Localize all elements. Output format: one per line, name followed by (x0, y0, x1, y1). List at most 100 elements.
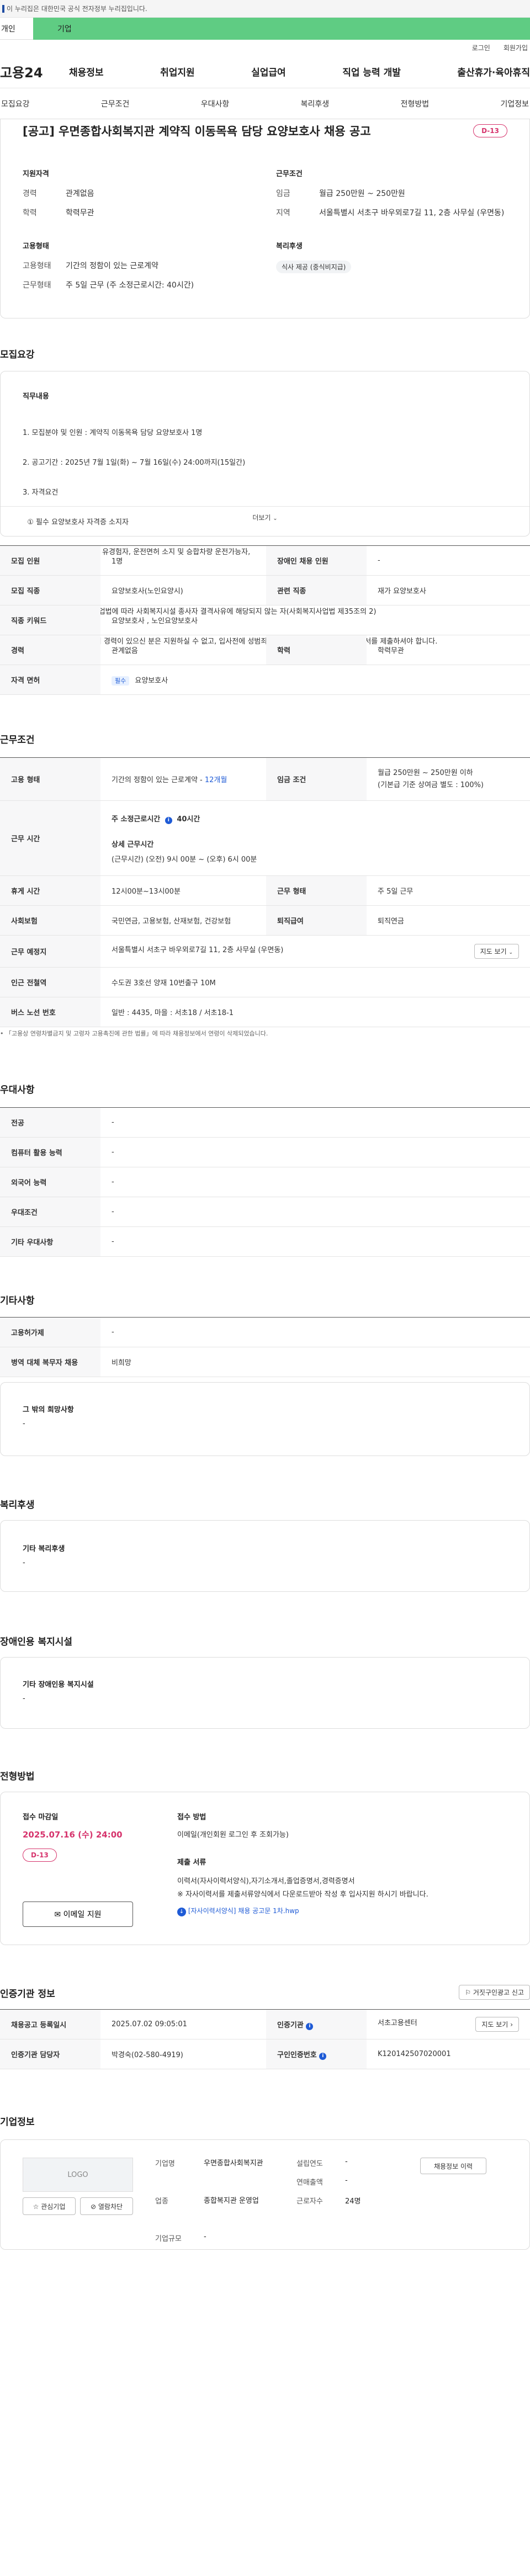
pref-value: - (100, 1167, 530, 1197)
anchor-company[interactable]: 기업정보 (500, 98, 529, 109)
career-label: 경력 (23, 189, 37, 198)
qualification-title: 지원자격 (23, 170, 49, 178)
company-size-value: - (204, 2233, 206, 2241)
place-value: 서울특별시 서초구 바우뫼로7길 11, 2층 사무실 (우면동) (112, 946, 284, 954)
login-link[interactable]: 로그인 (472, 43, 490, 52)
email-apply-button[interactable]: ✉ 이메일 지원 (23, 1902, 133, 1927)
anchor-pref[interactable]: 우대사항 (201, 98, 230, 109)
info-icon[interactable]: i (165, 816, 172, 824)
disabled-value: - (367, 545, 530, 576)
edu-value: 학력무관 (66, 209, 94, 217)
anchor-welfare[interactable]: 복리후생 (301, 98, 330, 109)
emp-type-value: 기간의 정함이 있는 근로계약 (66, 262, 158, 270)
info-icon[interactable]: i (319, 2052, 327, 2060)
pref-section-title: 우대사항 (0, 1085, 35, 1096)
org-label: 인증기관 i (266, 2009, 367, 2039)
anchor-work[interactable]: 근무조건 (101, 98, 130, 109)
insurance-label: 사회보험 (0, 905, 100, 936)
tab-personal[interactable]: 개인 (0, 18, 33, 40)
other-wish-box: 그 밖의 희망사항 - (0, 1382, 530, 1456)
signup-link[interactable]: 회원가입 (504, 43, 528, 52)
gnb-item-leave[interactable]: 출산휴가·육아휴직 (457, 65, 530, 78)
report-fake-ad-button[interactable]: ⚐ 거짓구인광고 신고 (459, 1985, 530, 2000)
block-view-button[interactable]: ⊘ 열람차단 (80, 2197, 133, 2215)
bus-value: 일반 : 4435, 마을 : 서초18 / 서초18-1 (100, 997, 530, 1027)
method-title: 접수 방법 (177, 1813, 206, 1821)
facility-title: 기타 장애인용 복지시설 (23, 1681, 94, 1689)
detail-hours-value: (근무시간) (오전) 9시 00분 ~ (오후) 6시 00분 (112, 855, 257, 864)
job-summary-card: [공고] 우면종합사회복지관 계약직 이동목욕 담당 요양보호사 채용 공고 D… (0, 119, 530, 318)
docs-title: 제출 서류 (177, 1858, 206, 1867)
emp-cell: 기간의 정함이 있는 근로계약 - 12개월 (100, 757, 266, 801)
job-label: 모집 직종 (0, 575, 100, 606)
license-value: 요양보호사 (135, 677, 168, 685)
gnb-item-employment-support[interactable]: 취업지원 (160, 65, 195, 78)
chevron-right-icon: › (510, 2021, 513, 2028)
file-name: [자사이력서양식] 채용 공고문 1차.hwp (188, 1907, 299, 1915)
org-value: 서초고용센터 (378, 2019, 417, 2027)
mail-icon: ✉ (54, 1910, 61, 1919)
deadline-value: 2025.07.16 (수) 24:00 (23, 1830, 123, 1840)
map-button[interactable]: 지도 보기 ⌄ (474, 944, 519, 959)
severance-label: 퇴직급여 (266, 905, 367, 936)
chevron-down-icon: ⌄ (508, 950, 513, 955)
star-icon: ☆ (33, 2202, 39, 2211)
form-label: 근무 형태 (266, 875, 367, 906)
docs-value: 이력서(자사이력서양식),자기소개서,졸업증명서,경력증명서 (177, 1877, 355, 1885)
process-dday-badge: D-13 (23, 1849, 57, 1862)
employment-title: 고용형태 (23, 242, 49, 251)
welfare-summary-block: 복리후생 식사 제공 (중식비지급) (276, 240, 507, 299)
favorite-company-button[interactable]: ☆ 관심기업 (23, 2197, 76, 2215)
emp-value: 기간의 정함이 있는 근로계약 - (112, 776, 205, 784)
rest-value: 12시00분~13시00분 (100, 875, 266, 906)
place-cell: 서울특별시 서초구 바우뫼로7길 11, 2층 사무실 (우면동) 지도 보기 … (100, 935, 530, 968)
email-apply-label: 이메일 지원 (63, 1910, 102, 1919)
employee-label: 근로자수 (296, 2197, 323, 2206)
gnb-item-jobs[interactable]: 채용정보 (69, 65, 104, 78)
pref-table: 전공 - 컴퓨터 활용 능력 - 외국어 능력 - 우대조건 - 기타 우대사항 - (0, 1107, 530, 1257)
flag-icon (2, 4, 4, 13)
pref-label: 우대조건 (0, 1197, 100, 1227)
pref-label: 전공 (0, 1107, 100, 1138)
welfare-box: 기타 복리후생 - (0, 1520, 530, 1592)
info-icon[interactable]: i (306, 2022, 314, 2030)
block-label: 열람차단 (98, 2202, 123, 2211)
welfare-chip: 식사 제공 (중식비지급) (276, 261, 352, 273)
t-career-value: 관계없음 (100, 635, 266, 665)
work-type-label: 근무형태 (23, 281, 51, 290)
pref-label: 기타 우대사항 (0, 1226, 100, 1257)
divider (1, 506, 529, 507)
more-button[interactable]: 더보기 ⌄ (1, 513, 529, 522)
welfare-section-title: 복리후생 (0, 1500, 35, 1511)
global-nav: 고용24 채용정보 취업지원 실업급여 직업 능력 개발 출산휴가·육아휴직 (0, 55, 530, 88)
weekly-hours-value: 40시간 (177, 815, 200, 824)
duty-box: 직무내용 1. 모집분야 및 인원 : 계약직 이동목욕 담당 요양보호사 1명… (0, 371, 530, 646)
t-edu-label: 학력 (266, 635, 367, 665)
job-history-button[interactable]: 채용정보 이력 (420, 2158, 486, 2174)
report-icon: ⚐ (465, 1989, 471, 1996)
company-size-label: 기업규모 (155, 2235, 182, 2243)
tab-company[interactable]: 기업 (33, 18, 530, 40)
keyword-value: 요양보호사 , 노인요양보호사 (100, 605, 530, 635)
weekly-hours-label: 주 소정근로시간 (112, 815, 161, 824)
block-icon: ⊘ (90, 2202, 97, 2211)
anchor-process[interactable]: 전형방법 (401, 98, 430, 109)
subway-label: 인근 전철역 (0, 967, 100, 997)
gnb-item-unemployment[interactable]: 실업급여 (251, 65, 286, 78)
work-section-title: 근무조건 (0, 735, 35, 746)
duty-line: 2. 공고기간 : 2025년 7월 1일(화) ~ 7월 16일(수) 24:… (23, 459, 246, 467)
org-map-button[interactable]: 지도 보기 › (475, 2017, 519, 2032)
company-logo: LOGO (23, 2158, 133, 2192)
site-logo[interactable]: 고용24 (0, 62, 69, 81)
gnb-item-training[interactable]: 직업 능력 개발 (342, 65, 401, 78)
anchor-recruit[interactable]: 모집요강 (1, 98, 30, 109)
duty-line: 3. 자격요건 (23, 488, 59, 497)
file-download-link[interactable]: ↓ [자사이력서양식] 채용 공고문 1차.hwp (177, 1906, 299, 1916)
work-table: 고용 형태 기간의 정함이 있는 근로계약 - 12개월 임금 조건 월급 25… (0, 757, 530, 1027)
wage-value: 월급 250만원 ~ 250만원 (319, 189, 405, 198)
recruit-table: 모집 인원 1명 장애인 채용 인원 - 모집 직종 요양보호사(노인요양시) … (0, 545, 530, 695)
t-career-label: 경력 (0, 635, 100, 665)
member-type-tabs: 개인 기업 (0, 18, 530, 40)
pref-value: - (100, 1137, 530, 1167)
reg-label: 채용공고 등록일시 (0, 2009, 100, 2039)
